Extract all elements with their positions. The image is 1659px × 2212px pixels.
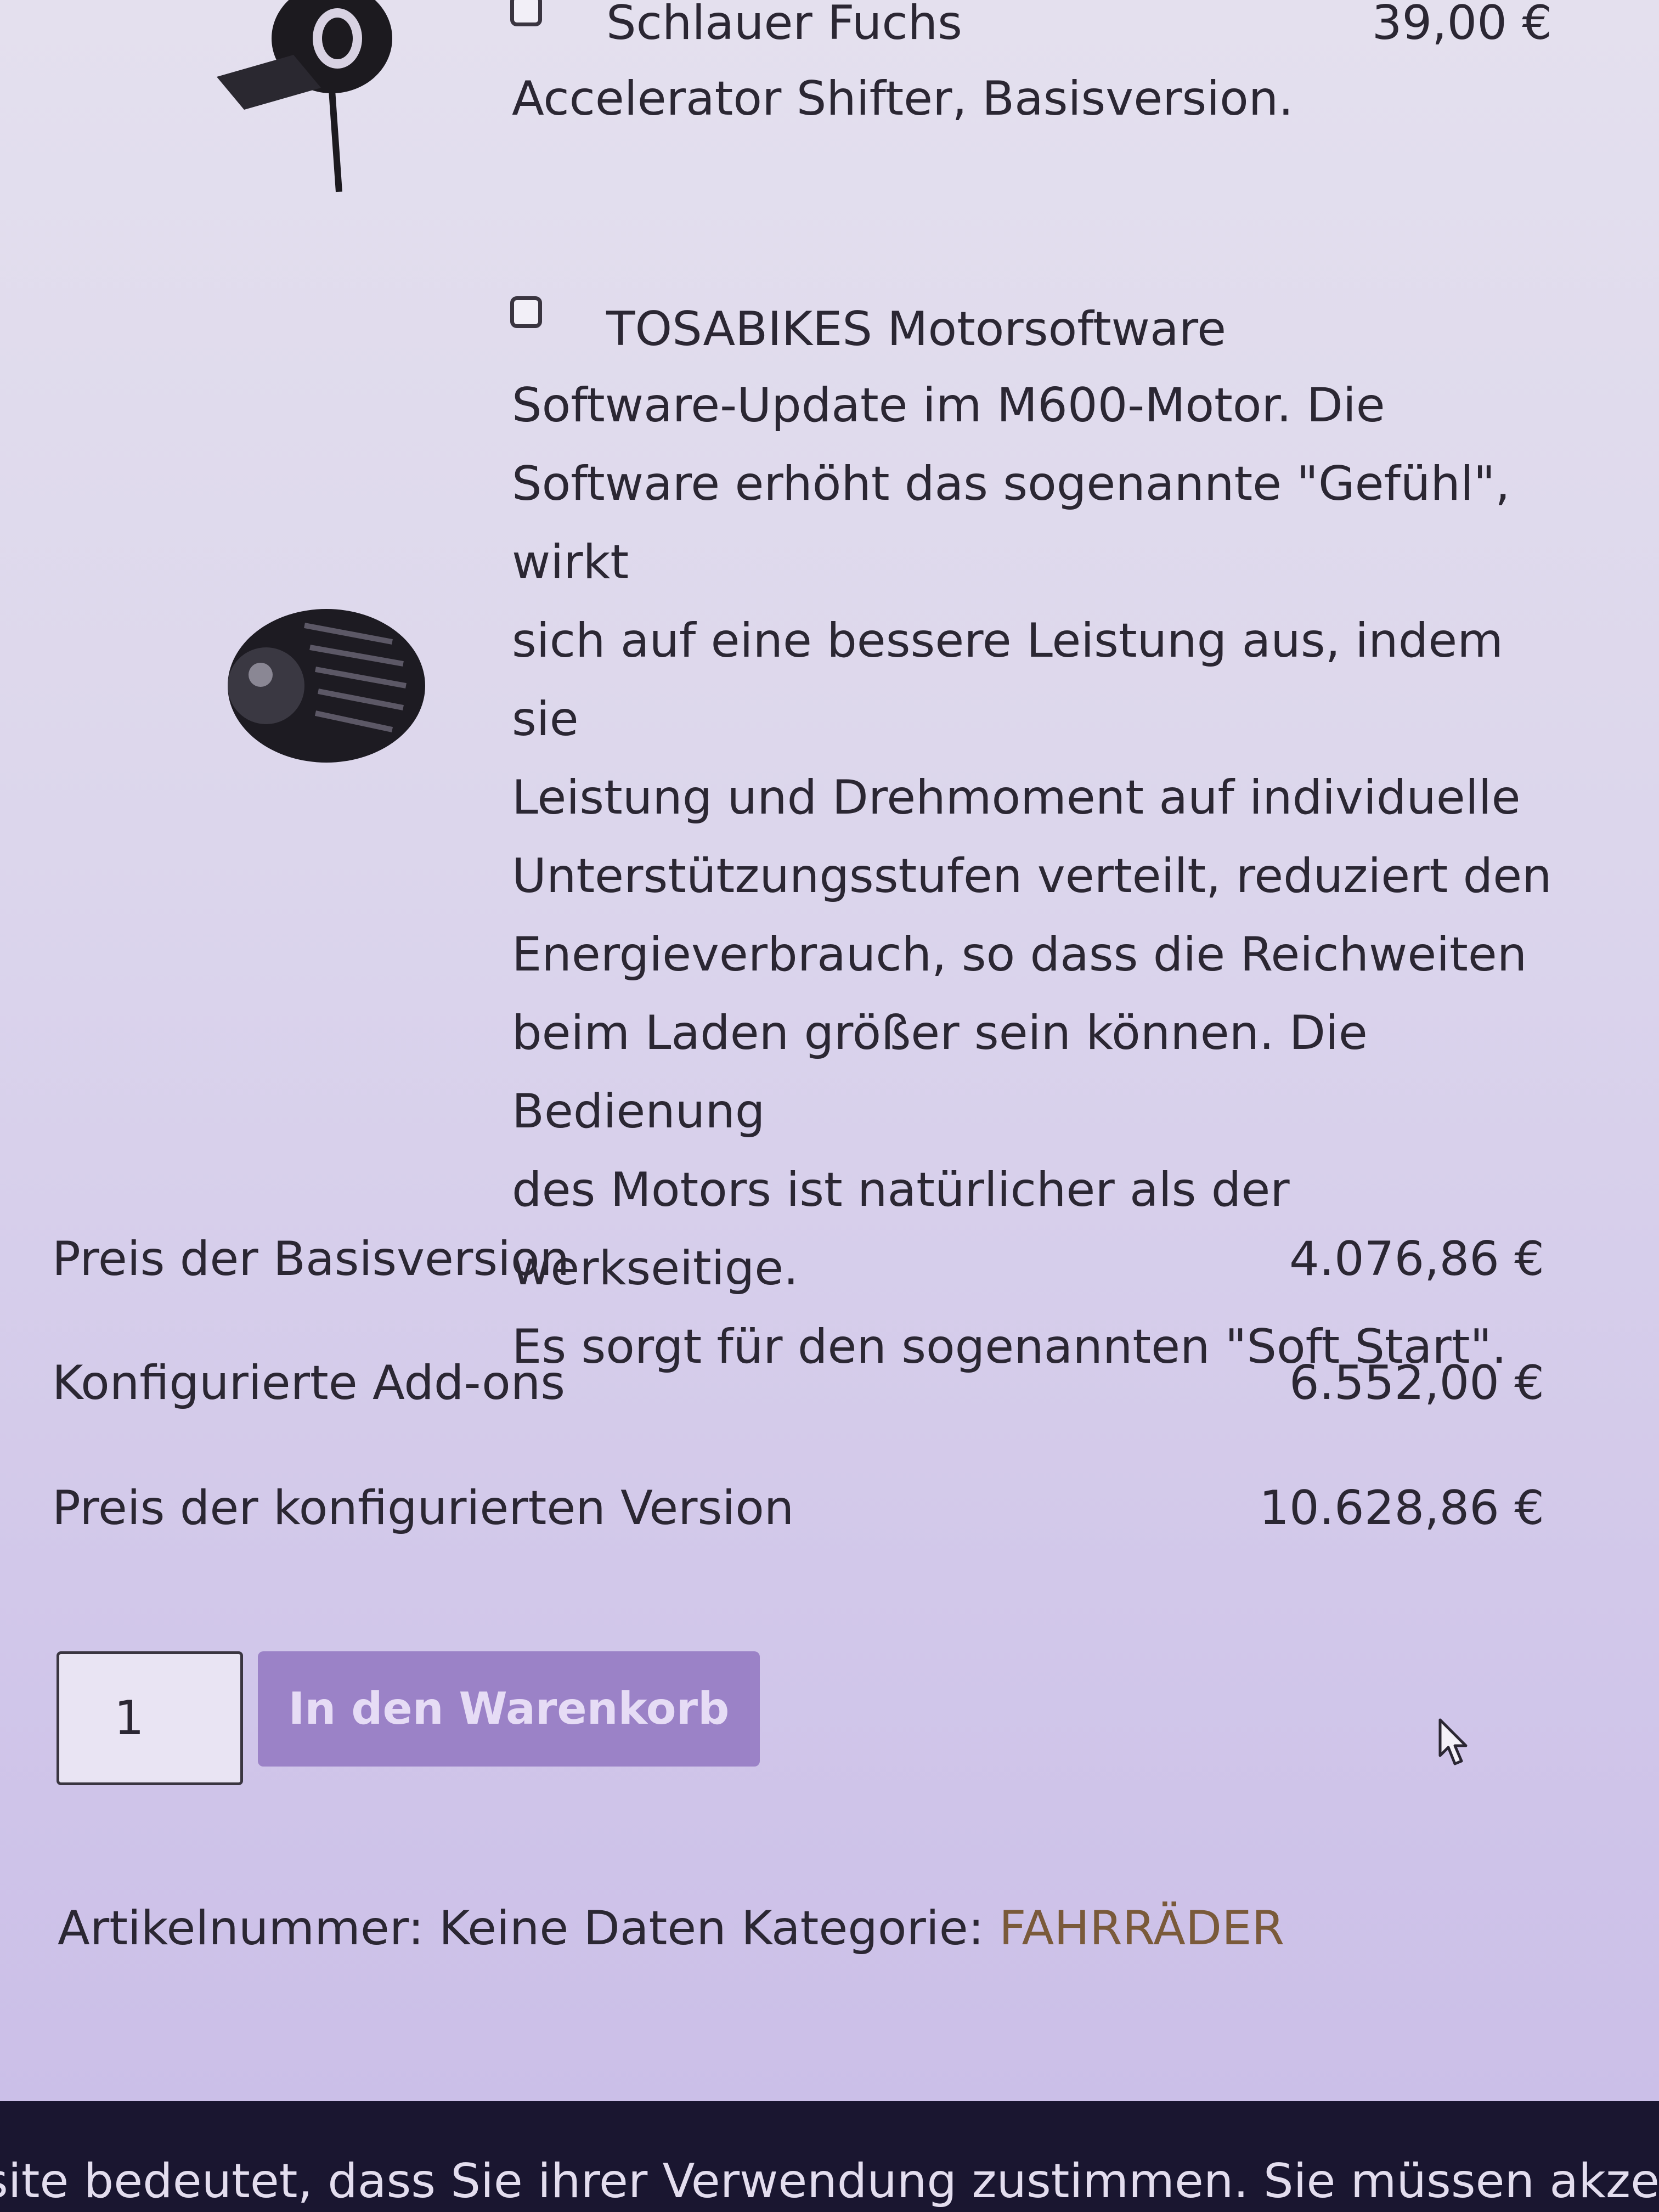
mouse-cursor-icon — [1438, 1718, 1468, 1765]
throttle-shifter-icon — [217, 0, 392, 193]
summary-addons-price: Konfigurierte Add-ons 6.552,00 € — [52, 1353, 1544, 1413]
addon-name: TOSABIKES Motorsoftware — [606, 302, 1227, 357]
addon-price: 39,00 € — [1372, 0, 1552, 50]
category-label: Kategorie: — [741, 1901, 984, 1956]
product-page: Schlauer Fuchs 39,00 € Accelerator Shift… — [0, 0, 1659, 2101]
summary-value: 4.076,86 € — [1289, 1232, 1544, 1286]
addon-checkbox[interactable] — [510, 0, 542, 26]
summary-label: Preis der Basisversion — [52, 1232, 570, 1286]
sku-label: Artikelnummer: — [58, 1901, 424, 1956]
addon-item: Schlauer Fuchs 39,00 € Accelerator Shift… — [0, 0, 1659, 208]
addon-item: TOSABIKES Motorsoftware Software-Update … — [0, 285, 1659, 1374]
summary-value: 6.552,00 € — [1289, 1356, 1544, 1410]
add-to-cart-button[interactable]: In den Warenkorb — [258, 1651, 760, 1767]
addon-checkbox[interactable] — [510, 296, 542, 328]
summary-value: 10.628,86 € — [1259, 1481, 1544, 1536]
addon-name: Schlauer Fuchs — [606, 0, 962, 50]
summary-label: Konfigurierte Add-ons — [52, 1356, 566, 1410]
summary-label: Preis der konfigurierten Version — [52, 1481, 794, 1536]
quantity-input[interactable]: 1 — [57, 1651, 243, 1785]
category-link[interactable]: FAHRRÄDER — [999, 1901, 1284, 1956]
motor-icon — [228, 609, 425, 763]
sku-value: Keine Daten — [438, 1901, 726, 1956]
cookie-notice-bar: site bedeutet, dass Sie ihrer Verwendung… — [0, 2101, 1659, 2212]
product-meta: Artikelnummer: Keine Daten Kategorie: FA… — [58, 1898, 1284, 1959]
summary-base-price: Preis der Basisversion 4.076,86 € — [52, 1229, 1544, 1289]
addon-description: Accelerator Shifter, Basisversion. — [512, 71, 1294, 126]
summary-total-price: Preis der konfigurierten Version 10.628,… — [52, 1478, 1544, 1538]
cookie-notice-text: site bedeutet, dass Sie ihrer Verwendung… — [0, 2154, 1659, 2209]
